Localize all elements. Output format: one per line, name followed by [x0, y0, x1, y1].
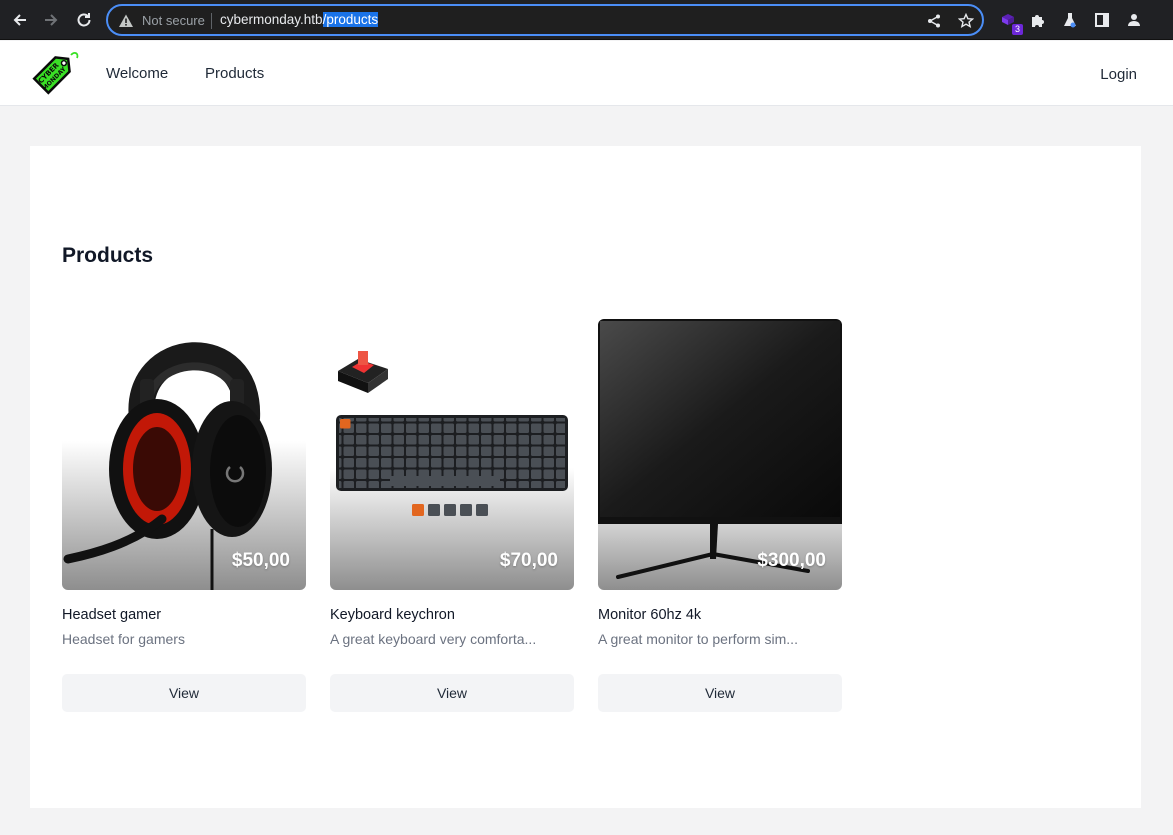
address-bar[interactable]: Not secure cybermonday.htb/products: [106, 4, 984, 36]
reload-icon[interactable]: [70, 6, 98, 34]
side-panel-icon[interactable]: [1091, 9, 1113, 31]
product-name: Headset gamer: [62, 607, 162, 623]
product-card: $300,00 Monitor 60hz 4k A great monitor …: [598, 319, 842, 712]
nav-welcome[interactable]: Welcome: [106, 65, 168, 82]
product-image-headset[interactable]: $50,00: [62, 319, 306, 590]
extension-icon[interactable]: 3: [997, 9, 1023, 35]
nav-products[interactable]: Products: [205, 65, 264, 82]
product-card: $70,00 Keyboard keychron A great keyboar…: [330, 319, 574, 712]
product-price: $50,00: [231, 550, 290, 571]
browser-toolbar: Not secure cybermonday.htb/products 3: [0, 0, 1173, 40]
product-price: $300,00: [757, 550, 826, 571]
puzzle-icon[interactable]: [1027, 9, 1049, 31]
bookmark-star-icon[interactable]: [957, 12, 975, 30]
product-price: $70,00: [499, 550, 558, 571]
profile-icon[interactable]: [1123, 9, 1145, 31]
product-name: Monitor 60hz 4k: [598, 607, 702, 623]
view-button[interactable]: View: [330, 674, 574, 712]
extension-badge: 3: [1011, 24, 1023, 35]
view-button[interactable]: View: [62, 674, 306, 712]
product-description: Headset for gamers: [62, 631, 185, 647]
forward-icon[interactable]: [37, 6, 65, 34]
security-label[interactable]: Not secure: [142, 13, 205, 28]
product-card: $50,00 Headset gamer Headset for gamers …: [62, 319, 306, 712]
url-path-selected: /products: [322, 12, 379, 27]
warning-icon[interactable]: [118, 13, 134, 29]
product-description: A great keyboard very comforta...: [330, 631, 537, 647]
omnibox-divider: [211, 13, 212, 29]
login-link[interactable]: Login: [1100, 66, 1137, 83]
share-icon[interactable]: [925, 12, 943, 30]
products-panel: Products $50,00 Headset gamer Headset fo…: [30, 146, 1141, 808]
product-name: Keyboard keychron: [330, 607, 455, 623]
url-text[interactable]: cybermonday.htb/products: [220, 12, 379, 27]
back-icon[interactable]: [6, 6, 34, 34]
view-button[interactable]: View: [598, 674, 842, 712]
page-title: Products: [62, 244, 154, 267]
product-image-monitor[interactable]: $300,00: [598, 319, 842, 590]
product-image-keyboard[interactable]: $70,00: [330, 319, 574, 590]
site-header: CYBER MONDAY Welcome Products Login: [0, 41, 1173, 106]
url-host: cybermonday.htb: [220, 12, 323, 27]
product-description: A great monitor to perform sim...: [598, 631, 798, 647]
cyber-monday-logo[interactable]: CYBER MONDAY: [28, 47, 80, 99]
flask-icon[interactable]: [1059, 9, 1081, 31]
